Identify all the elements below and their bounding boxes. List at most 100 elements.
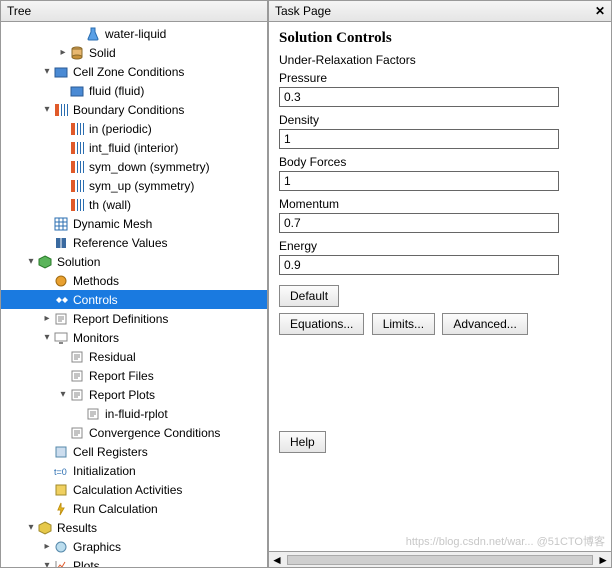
advanced-button[interactable]: Advanced... [442, 313, 527, 335]
mesh-icon [53, 216, 69, 232]
scroll-right-icon[interactable]: ► [597, 553, 609, 567]
report-icon [53, 311, 69, 327]
tree-node[interactable]: ·sym_up (symmetry) [1, 176, 267, 195]
tree-node[interactable]: ·water-liquid [1, 24, 267, 43]
tree-node[interactable]: ▾ Monitors [1, 328, 267, 347]
tree-node[interactable]: ▸ Report Definitions [1, 309, 267, 328]
tree-node-label: Solution [57, 255, 100, 269]
controls-icon [53, 292, 69, 308]
tree-panel: Tree ·water-liquid▸Solid ▾ Cell Zone Condi… [0, 0, 268, 568]
field-group: Density [279, 113, 601, 149]
report-icon [69, 349, 85, 365]
chevron-right-icon[interactable]: ▸ [57, 47, 69, 58]
tree-node-label: Calculation Activities [73, 483, 182, 497]
energy-input[interactable] [279, 255, 559, 275]
tree-node[interactable]: ▾ Report Plots [1, 385, 267, 404]
tree-node[interactable]: ▸Solid [1, 43, 267, 62]
tree-node[interactable]: ·in-fluid-rplot [1, 404, 267, 423]
chevron-down-icon[interactable]: ▾ [41, 104, 53, 115]
methods-icon [53, 273, 69, 289]
tree-node-label: in-fluid-rplot [105, 407, 168, 421]
tree-node-label: Cell Zone Conditions [73, 65, 184, 79]
cube-yellow-icon [37, 520, 53, 536]
task-body: Solution Controls Under-Relaxation Facto… [269, 22, 611, 551]
field-label: Body Forces [279, 155, 601, 169]
tree-node[interactable]: ·Cell Registers [1, 442, 267, 461]
tree-node[interactable]: ▾Results [1, 518, 267, 537]
boundary-icon [69, 178, 85, 194]
tree-node-label: sym_up (symmetry) [89, 179, 194, 193]
chevron-down-icon[interactable]: ▾ [25, 522, 37, 533]
scrollbar-thumb[interactable] [287, 555, 593, 565]
tree-node[interactable]: ▾ Boundary Conditions [1, 100, 267, 119]
run-icon [53, 501, 69, 517]
tree-node[interactable]: ·Convergence Conditions [1, 423, 267, 442]
equations-button[interactable]: Equations... [279, 313, 364, 335]
tree-node[interactable]: ·Reference Values [1, 233, 267, 252]
limits-button[interactable]: Limits... [372, 313, 435, 335]
help-button[interactable]: Help [279, 431, 326, 453]
chevron-right-icon[interactable]: ▸ [41, 313, 53, 324]
tree-node-label: sym_down (symmetry) [89, 160, 210, 174]
tree-node[interactable]: ▾ Solution [1, 252, 267, 271]
graphics-icon [53, 539, 69, 555]
tree-node-label: Run Calculation [73, 502, 158, 516]
chevron-down-icon[interactable]: ▾ [41, 560, 53, 567]
report-icon [85, 406, 101, 422]
report-icon [69, 368, 85, 384]
tree-node[interactable]: ·Run Calculation [1, 499, 267, 518]
tree-node-label: Methods [73, 274, 119, 288]
tree-node-label: fluid (fluid) [89, 84, 144, 98]
tree-node[interactable]: ·Report Files [1, 366, 267, 385]
chevron-right-icon[interactable]: ▸ [41, 541, 53, 552]
tree-node-label: water-liquid [105, 27, 166, 41]
tree-node-label: Graphics [73, 540, 121, 554]
pressure-input[interactable] [279, 87, 559, 107]
field-group: Body Forces [279, 155, 601, 191]
tree-node[interactable]: ·int_fluid (interior) [1, 138, 267, 157]
boundary-icon [69, 197, 85, 213]
body-forces-input[interactable] [279, 171, 559, 191]
tree-node[interactable]: ·t=0Initialization [1, 461, 267, 480]
tree-node[interactable]: ·sym_down (symmetry) [1, 157, 267, 176]
tree-node-label: Report Files [89, 369, 154, 383]
tree-title-label: Tree [7, 4, 31, 18]
register-icon [53, 444, 69, 460]
tree-node[interactable]: ·Residual [1, 347, 267, 366]
tree-node-label: th (wall) [89, 198, 131, 212]
field-label: Momentum [279, 197, 601, 211]
tree-node[interactable]: ·Controls [1, 290, 267, 309]
tree-node-label: Boundary Conditions [73, 103, 184, 117]
tree-node[interactable]: ·th (wall) [1, 195, 267, 214]
tree-node-label: Controls [73, 293, 118, 307]
tree-node-label: Report Definitions [73, 312, 168, 326]
chevron-down-icon[interactable]: ▾ [25, 256, 37, 267]
momentum-input[interactable] [279, 213, 559, 233]
tree-node[interactable]: ·Dynamic Mesh [1, 214, 267, 233]
watermark-text: https://blog.csdn.net/war... @51CTO博客 [406, 533, 605, 549]
subsection-label: Under-Relaxation Factors [279, 53, 601, 67]
tree-node-label: Monitors [73, 331, 119, 345]
scroll-left-icon[interactable]: ◄ [271, 553, 283, 567]
tree-node[interactable]: ▾ Cell Zone Conditions [1, 62, 267, 81]
chevron-down-icon[interactable]: ▾ [57, 389, 69, 400]
default-button[interactable]: Default [279, 285, 339, 307]
tree-node-label: Residual [89, 350, 136, 364]
tree-body[interactable]: ·water-liquid▸Solid ▾ Cell Zone Conditions… [1, 22, 267, 567]
density-input[interactable] [279, 129, 559, 149]
chevron-down-icon[interactable]: ▾ [41, 66, 53, 77]
tree-node[interactable]: ·Calculation Activities [1, 480, 267, 499]
boundary-icon [53, 102, 69, 118]
tree-node-label: Report Plots [89, 388, 155, 402]
calc-icon [53, 482, 69, 498]
task-panel-title: Task Page ✕ [269, 1, 611, 22]
tree-node[interactable]: ·Methods [1, 271, 267, 290]
tree-node[interactable]: ▸ Graphics [1, 537, 267, 556]
close-icon[interactable]: ✕ [595, 4, 605, 18]
tree-node[interactable]: ·in (periodic) [1, 119, 267, 138]
boundary-icon [69, 121, 85, 137]
tree-node[interactable]: ▾Plots [1, 556, 267, 567]
horizontal-scrollbar[interactable]: ◄ ► [269, 551, 611, 567]
chevron-down-icon[interactable]: ▾ [41, 332, 53, 343]
tree-node[interactable]: ·fluid (fluid) [1, 81, 267, 100]
